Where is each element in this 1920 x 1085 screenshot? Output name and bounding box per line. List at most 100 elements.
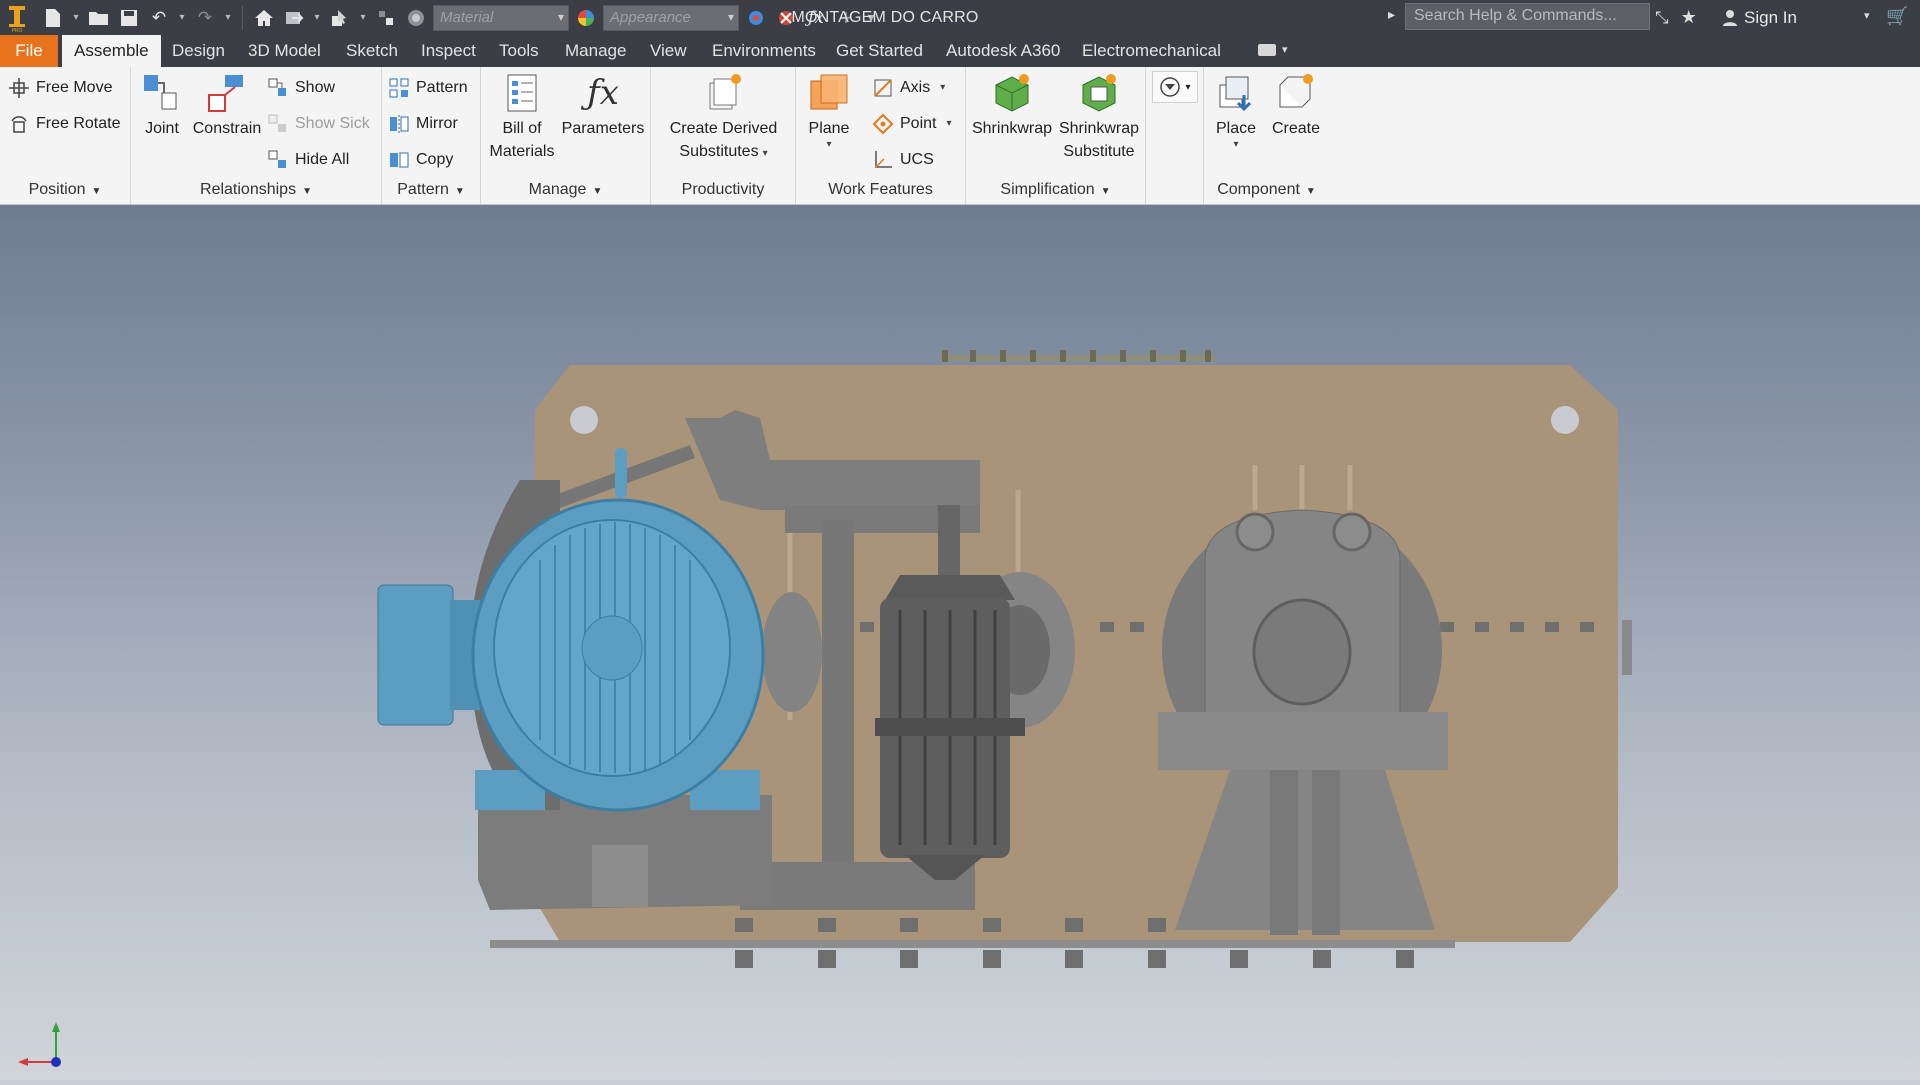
shrinkwrap-substitute-button[interactable]: Shrinkwrap Substitute <box>1056 71 1142 163</box>
select-filter-icon[interactable] <box>327 5 353 31</box>
bill-of-materials-button[interactable]: Bill of Materials <box>487 71 557 163</box>
tab-3d-model[interactable]: 3D Model <box>236 35 333 67</box>
chevron-down-icon: ▼ <box>1100 186 1111 197</box>
help-arrow-icon[interactable]: ▸ <box>1388 6 1395 23</box>
panel-label-pattern[interactable]: Pattern ▼ <box>382 178 480 202</box>
chevron-down-icon[interactable]: ▾ <box>1864 9 1870 22</box>
quick-access-toolbar: ▾ ↶ ▾ ↷ ▾ ▾ ▾ Material ▾ Appearance ▾ ƒx… <box>40 0 879 35</box>
tab-sketch[interactable]: Sketch <box>334 35 410 67</box>
copy-button[interactable]: Copy <box>388 145 453 175</box>
mirror-icon <box>390 115 409 133</box>
search-input[interactable]: Search Help & Commands... <box>1405 3 1650 30</box>
simplification-label-text: Simplification <box>1000 181 1095 198</box>
create-component-icon <box>1279 74 1313 108</box>
open-icon[interactable] <box>86 5 112 31</box>
chevron-down-icon: ▾ <box>826 139 832 150</box>
ucs-label: UCS <box>900 151 934 168</box>
show-icon <box>268 78 286 96</box>
panel-label-simplification[interactable]: Simplification ▼ <box>966 178 1145 202</box>
assembly-model[interactable] <box>0 205 1920 1080</box>
tab-electromechanical[interactable]: Electromechanical <box>1070 35 1233 67</box>
home-icon[interactable] <box>251 5 277 31</box>
title-bar: PRO ▾ ↶ ▾ ↷ ▾ ▾ ▾ Material ▾ Appearance … <box>0 0 1920 35</box>
ucs-button[interactable]: UCS <box>872 145 934 175</box>
appearance-sphere-icon[interactable] <box>573 5 599 31</box>
free-move-button[interactable]: Free Move <box>8 73 112 103</box>
return-icon[interactable] <box>281 5 307 31</box>
show-button[interactable]: Show <box>267 73 335 103</box>
new-icon[interactable] <box>40 5 66 31</box>
cds-label-line2: Substitutes ▾ <box>657 140 790 165</box>
tab-inspect[interactable]: Inspect <box>409 35 488 67</box>
tab-autodesk-a360[interactable]: Autodesk A360 <box>934 35 1072 67</box>
save-icon[interactable] <box>116 5 142 31</box>
point-icon <box>872 113 894 135</box>
base-strip <box>490 940 1455 948</box>
shrinkwrap-button[interactable]: Shrinkwrap <box>968 71 1056 140</box>
bill-of-materials-icon <box>507 74 537 112</box>
free-rotate-button[interactable]: Free Rotate <box>8 109 120 139</box>
free-move-label: Free Move <box>36 79 113 96</box>
parameters-label: Parameters <box>561 120 645 137</box>
return-dropdown-arrow[interactable]: ▾ <box>311 5 323 31</box>
material-sphere-icon[interactable] <box>403 5 429 31</box>
plane-label: Plane <box>808 120 850 137</box>
panel-label-manage[interactable]: Manage ▼ <box>481 178 650 202</box>
tab-file[interactable]: File <box>0 35 58 67</box>
new-dropdown-arrow[interactable]: ▾ <box>70 5 82 31</box>
app-logo-icon[interactable]: PRO <box>6 4 28 32</box>
parameters-button[interactable]: ƒx Parameters <box>561 71 645 140</box>
help-arrow-icon[interactable]: ⤡ <box>1655 8 1669 28</box>
graphics-viewport[interactable] <box>0 205 1920 1080</box>
pattern-button[interactable]: Pattern <box>388 73 468 103</box>
tab-view[interactable]: View <box>638 35 699 67</box>
select-priority-dropdown[interactable]: ▾ <box>1152 71 1198 103</box>
create-component-button[interactable]: Create <box>1266 71 1326 140</box>
plane-button[interactable]: Plane ▾ <box>802 71 856 150</box>
panel-pattern: Pattern Mirror Copy Pattern ▼ <box>382 67 481 204</box>
select-dropdown-arrow[interactable]: ▾ <box>357 5 369 31</box>
create-derived-substitutes-button[interactable]: Create Derived Substitutes ▾ <box>657 71 790 165</box>
tab-design[interactable]: Design <box>160 35 237 67</box>
manage-label-text: Manage <box>528 181 587 198</box>
panel-toggle-icon <box>1258 43 1276 56</box>
adjust-icon[interactable] <box>743 5 769 31</box>
tab-environments[interactable]: Environments <box>700 35 828 67</box>
appearance-combo[interactable]: Appearance ▾ <box>603 4 739 31</box>
undo-dropdown-arrow[interactable]: ▾ <box>176 5 188 31</box>
axis-button[interactable]: Axis ▾ <box>872 73 945 103</box>
mount-hole <box>1551 406 1579 434</box>
update-icon[interactable] <box>373 5 399 31</box>
joint-button[interactable]: Joint <box>139 71 185 140</box>
favorites-star-icon[interactable]: ★ <box>1681 7 1697 28</box>
tab-get-started[interactable]: Get Started <box>824 35 935 67</box>
undo-icon[interactable]: ↶ <box>146 5 172 31</box>
panel-label-component[interactable]: Component ▼ <box>1204 178 1329 202</box>
tab-assemble[interactable]: Assemble <box>62 35 161 67</box>
panel-label-productivity: Productivity <box>681 181 765 198</box>
mirror-label: Mirror <box>416 115 458 132</box>
tab-tools[interactable]: Tools <box>487 35 551 67</box>
panel-label-relationships[interactable]: Relationships ▼ <box>131 178 381 202</box>
ribbon-display-options[interactable]: ▾ <box>1258 43 1288 56</box>
panel-label-position[interactable]: Position ▼ <box>0 178 130 202</box>
mirror-button[interactable]: Mirror <box>388 109 458 139</box>
hide-all-button[interactable]: Hide All <box>267 145 349 175</box>
show-sick-button[interactable]: Show Sick <box>267 109 370 139</box>
chevron-down-icon: ▼ <box>454 186 465 197</box>
point-button[interactable]: Point ▾ <box>872 109 952 139</box>
create-derived-substitutes-icon <box>709 74 741 110</box>
redo-dropdown-arrow[interactable]: ▾ <box>222 5 234 31</box>
constrain-icon <box>208 75 243 112</box>
sign-in-button[interactable]: Sign In <box>1722 0 1797 35</box>
redo-icon[interactable]: ↷ <box>192 5 218 31</box>
chevron-down-icon: ▼ <box>91 186 102 197</box>
cart-icon[interactable]: 🛒 <box>1886 6 1908 27</box>
bolt-row-lower <box>735 950 1414 968</box>
ribbon-panel: Free Move Free Rotate Position ▼ Joint Co… <box>0 67 1920 205</box>
place-button[interactable]: Place ▾ <box>1208 71 1264 150</box>
panel-relationships: Joint Constrain Show Show Sick Hide All … <box>131 67 382 204</box>
tab-manage[interactable]: Manage <box>553 35 638 67</box>
material-combo[interactable]: Material ▾ <box>433 4 569 31</box>
constrain-button[interactable]: Constrain <box>189 71 265 140</box>
